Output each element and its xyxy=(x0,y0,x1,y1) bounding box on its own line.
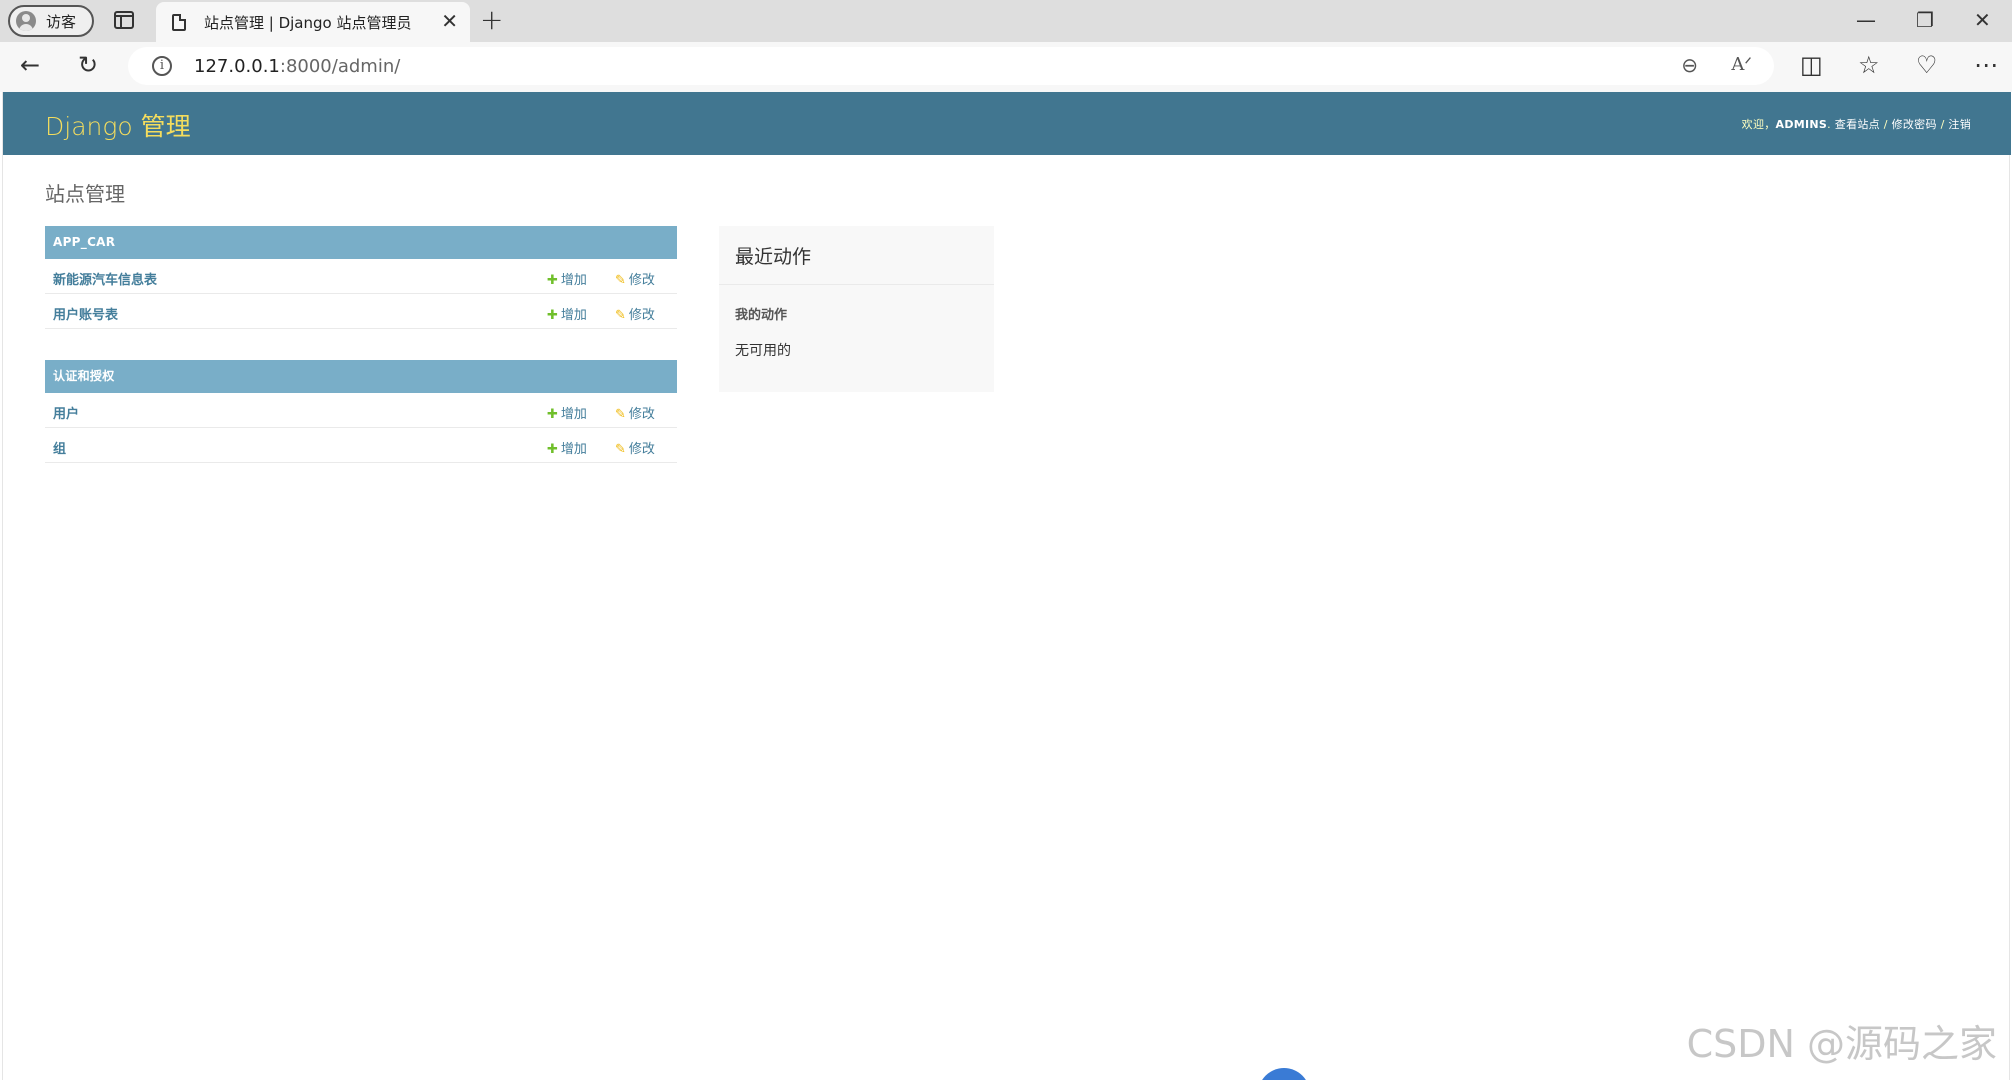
welcome-text: 欢迎， xyxy=(1741,118,1776,131)
pencil-icon: ✎ xyxy=(615,407,626,422)
change-link[interactable]: ✎ 修改 xyxy=(615,269,655,288)
page-viewport: Django 管理 欢迎，ADMINS. 查看站点 / 修改密码 / 注销 站点… xyxy=(2,92,2011,1080)
table-row: 组 ✚ 增加 ✎ 修改 xyxy=(45,428,677,463)
page-icon xyxy=(172,13,186,31)
browser-toolbar: ← ↻ i 127.0.0.1:8000/admin/ ⊖ Aᐟ ◫ ☆ ♡ ⋯ xyxy=(0,42,2012,92)
read-aloud-icon[interactable]: Aᐟ xyxy=(1731,54,1752,75)
favorites-icon[interactable]: ☆ xyxy=(1858,50,1880,80)
app-module-app-car: APP_CAR 新能源汽车信息表 ✚ 增加 ✎ 修改 用户账号表 ✚ 增加 ✎ 修改 xyxy=(45,226,677,329)
plus-icon: ✚ xyxy=(547,308,558,323)
admin-header: Django 管理 欢迎，ADMINS. 查看站点 / 修改密码 / 注销 xyxy=(3,92,2011,155)
logout-link[interactable]: 注销 xyxy=(1948,118,1971,131)
change-link[interactable]: ✎ 修改 xyxy=(615,304,655,323)
profile-label: 访客 xyxy=(46,12,77,31)
pencil-icon: ✎ xyxy=(615,273,626,288)
tab-actions-icon[interactable] xyxy=(114,11,134,29)
zoom-out-icon[interactable]: ⊖ xyxy=(1681,53,1698,77)
plus-icon: ✚ xyxy=(547,442,558,457)
restore-icon[interactable]: ❐ xyxy=(1916,6,1934,34)
change-password-link[interactable]: 修改密码 xyxy=(1892,118,1937,131)
app-module-auth: 认证和授权 用户 ✚ 增加 ✎ 修改 组 ✚ 增加 ✎ 修改 xyxy=(45,360,677,463)
view-site-link[interactable]: 查看站点 xyxy=(1835,118,1880,131)
model-link[interactable]: 用户账号表 xyxy=(53,304,118,323)
add-link[interactable]: ✚ 增加 xyxy=(547,304,587,323)
more-icon[interactable]: ⋯ xyxy=(1974,50,1998,80)
table-row: 用户 ✚ 增加 ✎ 修改 xyxy=(45,393,677,428)
my-actions-heading: 我的动作 xyxy=(735,308,788,323)
split-screen-icon[interactable]: ◫ xyxy=(1800,50,1823,80)
new-tab-icon[interactable]: + xyxy=(480,4,503,36)
plus-icon: ✚ xyxy=(547,407,558,422)
pencil-icon: ✎ xyxy=(615,442,626,457)
page-title: 站点管理 xyxy=(45,182,125,206)
info-icon[interactable]: i xyxy=(152,56,172,76)
minimize-icon[interactable]: — xyxy=(1856,6,1876,34)
browser-essentials-icon[interactable]: ♡ xyxy=(1916,50,1938,80)
close-window-icon[interactable]: ✕ xyxy=(1974,6,1991,34)
add-link[interactable]: ✚ 增加 xyxy=(547,269,587,288)
divider xyxy=(719,284,994,285)
watermark: CSDN @源码之家 xyxy=(1686,1022,1997,1066)
module-caption[interactable]: APP_CAR xyxy=(45,226,677,259)
address-bar[interactable]: i 127.0.0.1:8000/admin/ ⊖ Aᐟ xyxy=(128,47,1774,85)
browser-titlebar: 访客 站点管理 | Django 站点管理员 ✕ + — ❐ ✕ xyxy=(0,0,2012,42)
pencil-icon: ✎ xyxy=(615,308,626,323)
plus-icon: ✚ xyxy=(547,273,558,288)
recent-actions-title: 最近动作 xyxy=(735,246,812,268)
url-text[interactable]: 127.0.0.1:8000/admin/ xyxy=(194,56,400,77)
site-branding[interactable]: Django 管理 xyxy=(45,107,191,143)
refresh-icon[interactable]: ↻ xyxy=(78,50,98,80)
module-caption[interactable]: 认证和授权 xyxy=(45,360,677,393)
username: ADMINS xyxy=(1775,118,1828,131)
avatar-icon xyxy=(16,11,36,31)
table-row: 用户账号表 ✚ 增加 ✎ 修改 xyxy=(45,294,677,329)
browser-tab[interactable]: 站点管理 | Django 站点管理员 ✕ xyxy=(156,2,470,42)
add-link[interactable]: ✚ 增加 xyxy=(547,438,587,457)
model-link[interactable]: 组 xyxy=(53,438,66,457)
add-link[interactable]: ✚ 增加 xyxy=(547,403,587,422)
tab-title: 站点管理 | Django 站点管理员 xyxy=(204,13,412,32)
close-tab-icon[interactable]: ✕ xyxy=(441,10,458,32)
back-icon[interactable]: ← xyxy=(20,50,40,80)
profile-button[interactable]: 访客 xyxy=(8,5,94,37)
no-actions-text: 无可用的 xyxy=(735,343,791,359)
model-link[interactable]: 用户 xyxy=(53,403,79,422)
table-row: 新能源汽车信息表 ✚ 增加 ✎ 修改 xyxy=(45,259,677,294)
recent-actions-panel: 最近动作 我的动作 无可用的 xyxy=(719,226,994,392)
change-link[interactable]: ✎ 修改 xyxy=(615,403,655,422)
model-link[interactable]: 新能源汽车信息表 xyxy=(53,269,157,288)
change-link[interactable]: ✎ 修改 xyxy=(615,438,655,457)
user-tools: 欢迎，ADMINS. 查看站点 / 修改密码 / 注销 xyxy=(1741,118,1971,131)
